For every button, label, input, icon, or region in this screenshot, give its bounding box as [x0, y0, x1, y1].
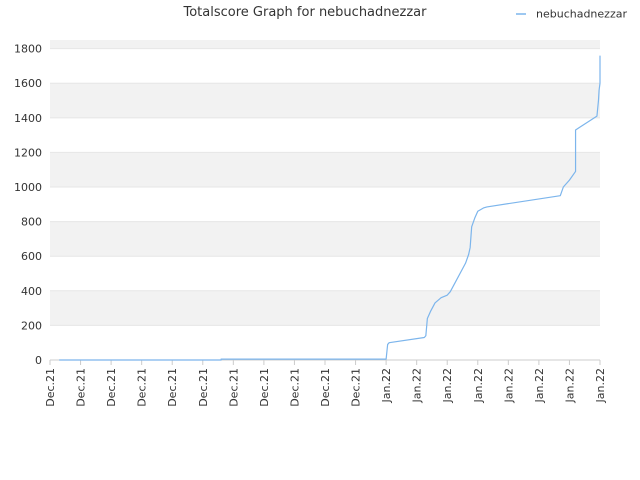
x-tick-label: Dec.21 — [350, 368, 363, 407]
plot-band — [50, 40, 600, 49]
x-tick-label: Jan.22 — [380, 368, 393, 403]
legend-label: nebuchadnezzar — [536, 8, 627, 21]
y-tick-label: 0 — [35, 354, 42, 367]
x-tick-label: Jan.22 — [563, 368, 576, 403]
x-tick-label: Jan.22 — [594, 368, 607, 403]
x-tick-label: Dec.21 — [227, 368, 240, 407]
legend[interactable]: nebuchadnezzar — [516, 8, 627, 21]
x-tick-label: Dec.21 — [75, 368, 88, 407]
x-tick-label: Dec.21 — [288, 368, 301, 407]
x-tick-label: Jan.22 — [411, 368, 424, 403]
x-tick-label: Jan.22 — [472, 368, 485, 403]
y-tick-label: 1000 — [14, 181, 42, 194]
plot-band — [50, 152, 600, 188]
x-tick-label: Jan.22 — [441, 368, 454, 403]
x-tick-label: Dec.21 — [166, 368, 179, 407]
plot-band — [50, 290, 600, 326]
x-tick-label: Dec.21 — [105, 368, 118, 407]
y-tick-label: 200 — [21, 319, 42, 332]
y-tick-label: 1600 — [14, 77, 42, 90]
x-tick-label: Dec.21 — [258, 368, 271, 407]
chart-title: Totalscore Graph for nebuchadnezzar — [183, 5, 428, 20]
x-tick-label: Dec.21 — [44, 368, 57, 407]
chart: 0 200 400 600 800 1000 1200 1400 1600 1800 Dec.21… — [14, 5, 627, 407]
y-tick-label: 1200 — [14, 146, 42, 159]
plot-band — [50, 83, 600, 118]
x-axis-ticks: Dec.21 Dec.21 Dec.21 Dec.21 Dec.21 Dec.21 Dec.… — [44, 360, 607, 407]
x-tick-label: Dec.21 — [197, 368, 210, 407]
y-tick-label: 1800 — [14, 43, 42, 56]
y-axis-ticks: 0 200 400 600 800 1000 1200 1400 1600 1800 — [14, 43, 42, 367]
y-tick-label: 800 — [21, 216, 42, 229]
x-tick-label: Dec.21 — [136, 368, 149, 407]
x-tick-label: Jan.22 — [533, 368, 546, 403]
x-tick-label: Jan.22 — [502, 368, 515, 403]
plot-band — [50, 221, 600, 257]
x-tick-label: Dec.21 — [319, 368, 332, 407]
y-tick-label: 1400 — [14, 112, 42, 125]
y-tick-label: 600 — [21, 250, 42, 263]
y-tick-label: 400 — [21, 285, 42, 298]
